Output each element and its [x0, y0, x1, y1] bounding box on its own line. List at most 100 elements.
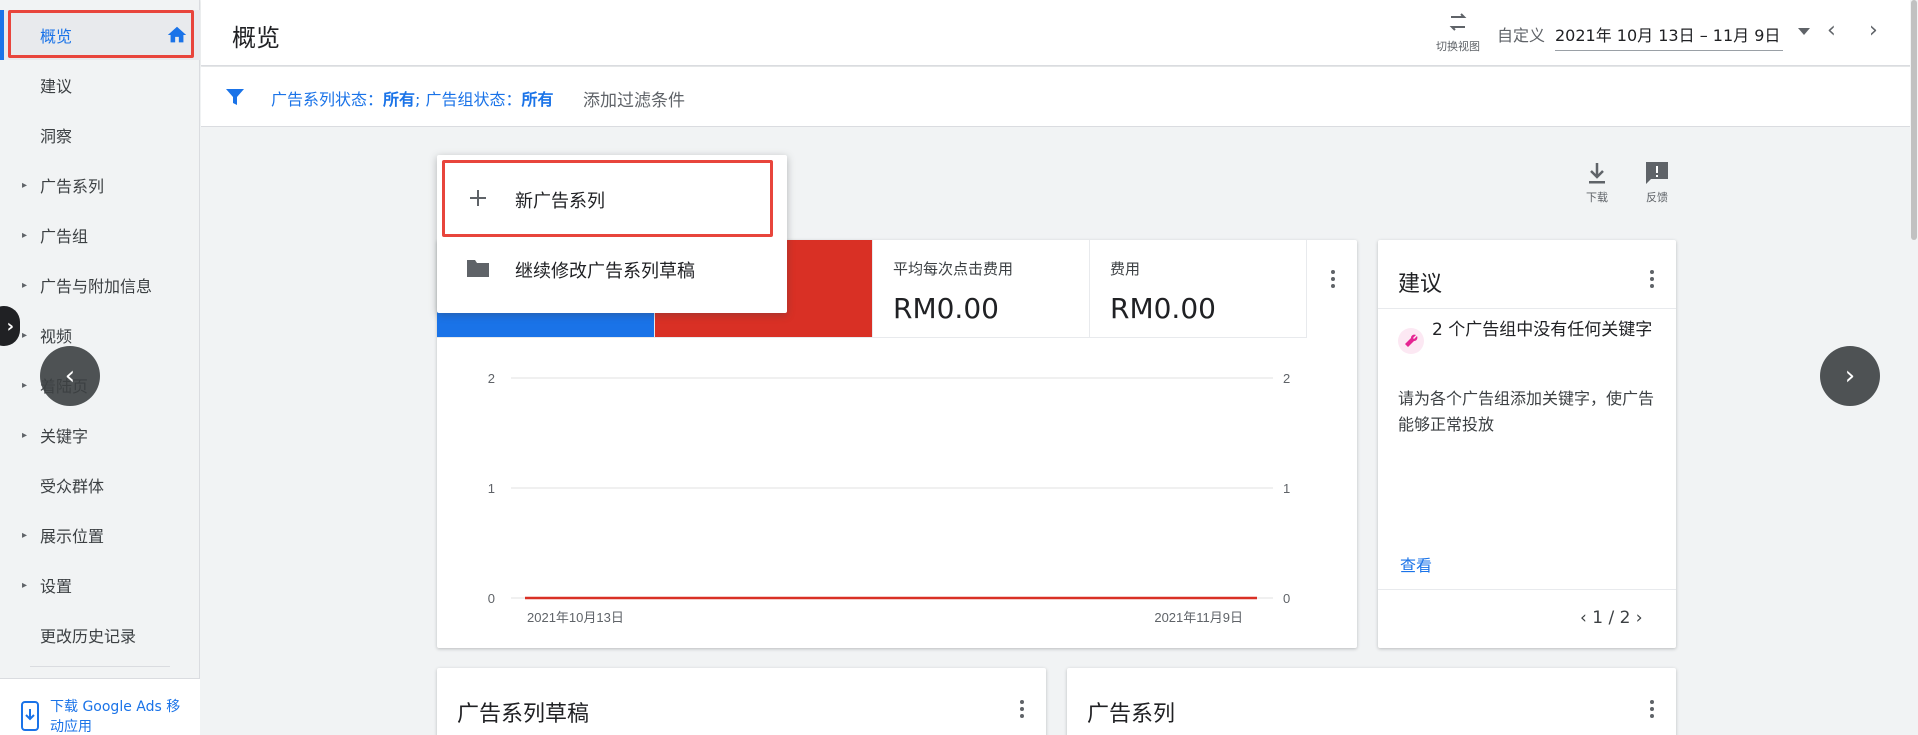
sidebar-item[interactable]: ▸ 广告系列: [0, 160, 200, 210]
sidebar-item[interactable]: ▸ 设置: [0, 560, 200, 610]
chevron-right-icon: ›: [6, 315, 14, 337]
download-button[interactable]: 下载: [1572, 160, 1622, 205]
scrollbar[interactable]: [1910, 0, 1918, 735]
expand-arrow-icon: ▸: [22, 379, 28, 391]
metric-tile-cost[interactable]: 费用 RM0.00: [1090, 240, 1307, 338]
sidebar-item-label: 视频: [40, 327, 73, 346]
filter-adgroup-label: ; 广告组状态：: [415, 90, 522, 109]
drafts-card: 广告系列草稿: [437, 668, 1046, 735]
sidebar-item[interactable]: ▸ 广告组: [0, 210, 200, 260]
expand-arrow-icon: ▸: [22, 329, 28, 341]
filter-campaign-value: 所有: [383, 90, 416, 109]
carousel-prev-button[interactable]: ‹: [40, 346, 100, 406]
sidebar-item[interactable]: ▸ 展示位置: [0, 510, 200, 560]
feedback-icon: [1646, 162, 1668, 184]
sidebar-divider: [30, 666, 170, 667]
chevron-left-icon[interactable]: ‹: [1580, 608, 1587, 628]
date-type-label: 自定义: [1497, 26, 1546, 45]
filter-icon[interactable]: [225, 87, 245, 107]
sidebar-item-label: 概览: [40, 27, 73, 46]
carousel-next-button[interactable]: ›: [1820, 346, 1880, 406]
filter-adgroup-value: 所有: [521, 90, 554, 109]
sidebar-item-label: 关键字: [40, 427, 89, 446]
folder-icon: [467, 260, 489, 277]
expand-arrow-icon: ▸: [22, 429, 28, 441]
sidebar-item[interactable]: 洞察: [0, 110, 200, 160]
menu-item-new-campaign[interactable]: 新广告系列: [437, 163, 787, 233]
more-vert-icon[interactable]: [1020, 700, 1024, 721]
plus-icon: [470, 190, 486, 206]
date-underline: [1555, 50, 1783, 51]
chevron-left-icon[interactable]: ‹: [1827, 18, 1836, 43]
y-tick-label-right: 0: [1283, 591, 1290, 606]
menu-item-continue-draft[interactable]: 继续修改广告系列草稿: [437, 233, 787, 303]
switch-view-label: 切换视图: [1436, 40, 1480, 53]
divider: [1378, 308, 1676, 309]
sidebar-item[interactable]: 更改历史记录: [0, 610, 200, 660]
view-suggestion-link[interactable]: 查看: [1400, 552, 1432, 576]
sidebar-item-label: 受众群体: [40, 477, 105, 496]
expand-arrow-icon: ▸: [22, 279, 28, 291]
sidebar-item[interactable]: ▸ 广告与附加信息: [0, 260, 200, 310]
expand-arrow-icon: ▸: [22, 579, 28, 591]
download-icon: [1589, 163, 1605, 184]
sidebar-item[interactable]: 受众群体: [0, 460, 200, 510]
more-vert-icon[interactable]: [1650, 700, 1654, 721]
suggestions-title: 建议: [1398, 272, 1443, 297]
more-vert-icon[interactable]: [1650, 270, 1654, 291]
top-header: 概览 切换视图 自定义 2021年 10月 13日 – 11月 9日 ‹ ›: [201, 0, 1912, 66]
chevron-right-icon: ›: [1844, 361, 1856, 391]
x-tick-label: 2021年10月13日: [527, 610, 624, 625]
metric-tile-avg-cpc[interactable]: 平均每次点击费用 RM0.00: [873, 240, 1090, 338]
suggestion-headline: 2 个广告组中没有任何关键字: [1432, 320, 1653, 340]
sidebar-item-label: 广告组: [40, 227, 89, 246]
menu-item-label: 新广告系列: [515, 191, 605, 212]
sidebar-item[interactable]: 建议: [0, 60, 200, 110]
sidebar-item-label: 更改历史记录: [40, 627, 137, 646]
y-tick-label-left: 2: [488, 371, 495, 386]
chevron-left-icon: ‹: [64, 361, 76, 391]
expand-arrow-icon: ▸: [22, 529, 28, 541]
y-tick-label-left: 1: [488, 481, 495, 496]
home-icon[interactable]: [166, 24, 188, 46]
metric-label: 费用: [1110, 260, 1141, 278]
add-filter-button[interactable]: 添加过滤条件: [583, 86, 685, 111]
date-range-selector[interactable]: 2021年 10月 13日 – 11月 9日: [1555, 22, 1780, 46]
pager-text: 1 / 2: [1592, 608, 1631, 628]
feedback-button[interactable]: 反馈: [1632, 160, 1682, 205]
x-tick-label: 2021年11月9日: [1154, 610, 1243, 625]
sidebar-item-label: 广告系列: [40, 177, 105, 196]
sidebar-item-label: 设置: [40, 577, 73, 596]
campaigns-card: 广告系列: [1067, 668, 1676, 735]
sidebar-item[interactable]: ▸ 关键字: [0, 410, 200, 460]
y-tick-label-left: 0: [488, 591, 495, 606]
sidebar-item-label: 洞察: [40, 127, 73, 146]
suggestion-pager: ‹ 1 / 2 ›: [1580, 608, 1643, 628]
download-app-link[interactable]: 下载 Google Ads 移动应用: [50, 697, 190, 735]
chevron-right-icon[interactable]: ›: [1869, 18, 1878, 43]
y-tick-label-right: 1: [1283, 481, 1290, 496]
chevron-right-icon[interactable]: ›: [1636, 608, 1643, 628]
sidebar-item-label: 建议: [40, 77, 73, 96]
caret-down-icon[interactable]: [1798, 28, 1810, 35]
filter-campaign-label: 广告系列状态：: [271, 90, 384, 109]
active-filters[interactable]: 广告系列状态：所有; 广告组状态：所有: [271, 86, 554, 110]
download-app-section[interactable]: 下载 Google Ads 移动应用: [0, 678, 200, 735]
sidebar-item-label: 广告与附加信息: [40, 277, 153, 296]
filter-bar: 广告系列状态：所有; 广告组状态：所有 添加过滤条件: [201, 67, 1912, 127]
sidebar-item[interactable]: ▸ 视频: [0, 310, 200, 360]
menu-item-label: 继续修改广告系列草稿: [515, 261, 695, 282]
drafts-title: 广告系列草稿: [457, 702, 590, 727]
more-vert-icon[interactable]: [1331, 270, 1335, 291]
sidebar-item-label: 展示位置: [40, 527, 105, 546]
metric-value: RM0.00: [893, 292, 999, 325]
metric-value: RM0.00: [1110, 292, 1216, 325]
new-campaign-menu: 新广告系列 继续修改广告系列草稿: [437, 155, 787, 313]
divider: [1378, 589, 1676, 590]
scrollbar-thumb[interactable]: [1911, 0, 1917, 240]
sidebar-item[interactable]: ▸着陆页: [0, 360, 200, 410]
sidebar: 概览建议洞察▸广告系列▸广告组▸广告与附加信息▸视频▸着陆页▸关键字受众群体▸展…: [0, 0, 200, 735]
wrench-icon: [1398, 328, 1424, 354]
switch-view-button[interactable]: 切换视图: [1423, 10, 1493, 54]
suggestion-body: 请为各个广告组添加关键字，使广告能够正常投放: [1398, 389, 1655, 434]
